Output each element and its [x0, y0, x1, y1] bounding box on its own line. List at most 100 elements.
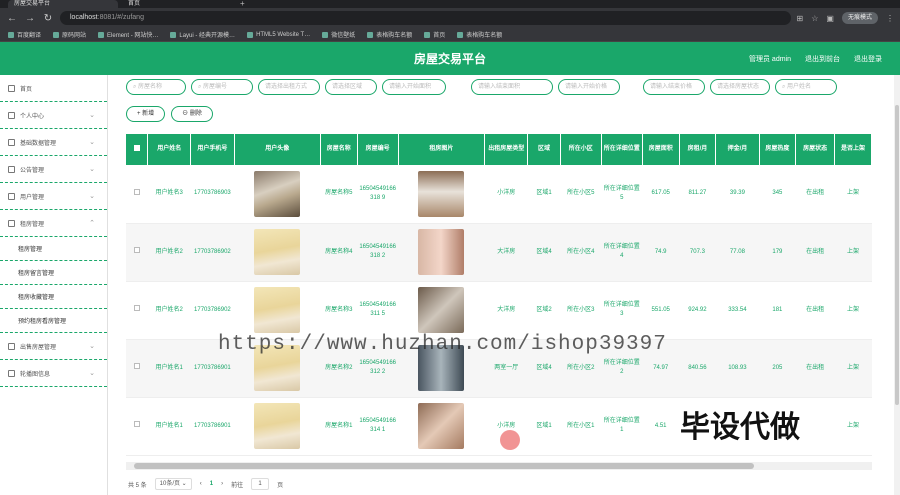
house-icon — [8, 219, 15, 227]
bookmark-item[interactable]: Element - 网站快… — [98, 30, 158, 39]
sidebar-item-rental[interactable]: 租房管理 ⌃ — [0, 210, 107, 237]
reload-icon[interactable]: ↻ — [42, 13, 54, 24]
sidebar-item-label: 公告管理 — [20, 167, 45, 174]
admin-label: 管理员 admin — [748, 55, 791, 63]
table-cell-community: 所在小区5 — [560, 165, 602, 224]
sidebar-subitem-favorites[interactable]: 租房收藏管理 — [0, 285, 107, 309]
col-header[interactable]: 用户头像 — [234, 134, 321, 165]
region-select[interactable]: 请选择区域 — [325, 79, 377, 95]
bookmark-item[interactable]: 表格购车名额 — [457, 30, 502, 39]
sidebar-item-notice[interactable]: 公告管理 ⌄ — [0, 156, 107, 183]
goto-page-input[interactable]: 1 — [251, 478, 270, 490]
price-start-input[interactable]: 请输入开始价格 — [558, 79, 620, 95]
col-header[interactable]: 房屋热度 — [759, 134, 797, 165]
bookmark-item[interactable]: 原码网站 — [53, 30, 86, 39]
bookmark-item[interactable]: Layui - 经典开源模… — [170, 30, 235, 39]
house-image — [418, 170, 465, 217]
username-input[interactable]: ⌕ 用户姓名 — [775, 79, 837, 95]
prev-page-icon[interactable]: ‹ — [200, 481, 202, 487]
next-page-icon[interactable]: › — [221, 481, 223, 487]
col-header[interactable]: 是否上架 — [834, 134, 872, 165]
total-count: 共 5 条 — [128, 482, 147, 489]
bookmark-item[interactable]: 首页 — [424, 30, 445, 39]
add-button[interactable]: + 新增 — [126, 106, 166, 122]
delete-button[interactable]: ⊖ 删除 — [171, 106, 213, 122]
table-cell-deposit: 108.93 — [715, 339, 759, 398]
row-checkbox[interactable] — [126, 223, 148, 282]
back-icon[interactable]: ← — [6, 13, 18, 24]
select-all-checkbox[interactable] — [126, 134, 149, 165]
sidebar-subitem-messages[interactable]: 租房留言管理 — [0, 261, 107, 285]
table-cell-heat: 179 — [759, 223, 796, 282]
sidebar-item-home[interactable]: 首页 — [0, 75, 107, 102]
browser-tab-home[interactable]: 首页 — [122, 0, 232, 8]
sidebar-item-basic-data[interactable]: 基础数据管理 ⌄ — [0, 129, 107, 156]
col-header[interactable]: 用户姓名 — [147, 134, 192, 165]
col-header[interactable]: 租房图片 — [398, 134, 486, 165]
sidebar-subitem-viewings[interactable]: 预约租房看房管理 — [0, 309, 107, 333]
translate-icon[interactable]: ⊞ — [797, 14, 804, 23]
sidebar-item-carousel[interactable]: 轮播图信息 ⌄ — [0, 360, 107, 387]
price-end-input[interactable]: 请输入结束价格 — [643, 79, 705, 95]
table-cell-shelf: 上架 — [834, 165, 872, 224]
chevron-down-icon: ⌄ — [89, 112, 95, 119]
sidebar-item-users[interactable]: 用户管理 ⌄ — [0, 183, 107, 210]
bookmark-item[interactable]: 微信壁纸 — [322, 30, 355, 39]
logout-link[interactable]: 退出登录 — [854, 54, 882, 64]
extension-icon[interactable]: ▣ — [826, 14, 834, 23]
sidebar-item-profile[interactable]: 个人中心 ⌄ — [0, 102, 107, 129]
bookmark-item[interactable]: 百度翻译 — [8, 30, 41, 39]
table-row[interactable]: 用户姓名2 17703786902 房屋名称3 16504549166311 5 大洋房… — [126, 281, 872, 340]
col-header[interactable]: 房屋编号 — [357, 134, 399, 165]
forward-icon[interactable]: → — [24, 13, 36, 24]
menu-dots-icon[interactable]: ⋮ — [886, 14, 894, 23]
col-header[interactable]: 所在小区 — [560, 134, 602, 165]
house-code-input[interactable]: ⌕ 房屋编号 — [191, 79, 253, 95]
profile-badge[interactable]: 无痕模式 — [841, 12, 878, 24]
col-header[interactable]: 出租房屋类型 — [484, 134, 529, 165]
row-checkbox[interactable] — [126, 281, 148, 340]
browser-tab-strip: 房屋交易平台 首页 + — [0, 0, 900, 8]
col-header[interactable]: 用户手机号 — [190, 134, 235, 165]
house-name-input[interactable]: ⌕ 房屋名称 — [126, 79, 186, 95]
table-cell-area: 区域1 — [527, 397, 561, 456]
area-start-input[interactable]: 请输入开始面积 — [382, 79, 446, 95]
url-field[interactable]: localhost:8081/#/zufang — [60, 11, 791, 25]
row-checkbox[interactable] — [126, 165, 148, 224]
bookmark-item[interactable]: HTML5 Website T… — [247, 31, 310, 38]
current-page[interactable]: 1 — [210, 481, 213, 487]
col-header[interactable]: 房屋状态 — [795, 134, 836, 165]
col-header[interactable]: 押金/月 — [715, 134, 760, 165]
bookmark-item[interactable]: 表格购车名额 — [367, 30, 412, 39]
col-header[interactable]: 房屋面积 — [642, 134, 680, 165]
new-tab-icon[interactable]: + — [240, 0, 245, 8]
table-row[interactable]: 用户姓名2 17703786902 房屋名称4 16504549166318 2 大洋房… — [126, 223, 872, 282]
table-cell-name: 用户姓名1 — [147, 339, 191, 398]
status-select[interactable]: 请选择房屋状态 — [710, 79, 770, 95]
vertical-scrollbar[interactable] — [894, 75, 900, 495]
avatar-cell — [234, 281, 321, 340]
horizontal-scrollbar[interactable] — [126, 462, 872, 470]
bookmark-star-icon[interactable]: ☆ — [811, 14, 818, 23]
table-cell-name: 用户姓名1 — [147, 397, 191, 456]
table-cell-area: 区域4 — [527, 223, 561, 282]
row-checkbox[interactable] — [126, 397, 148, 456]
sidebar-item-sale[interactable]: 出售房屋管理 ⌄ — [0, 333, 107, 360]
col-header[interactable]: 房屋名称 — [320, 134, 358, 165]
area-end-input[interactable]: 请输入结束面积 — [471, 79, 553, 95]
logout-front-link[interactable]: 退出到前台 — [805, 54, 840, 64]
pagination: 共 5 条 10条/页 ⌄ ‹ 1 › 前往 1 页 — [128, 478, 283, 490]
rent-type-select[interactable]: 请选择出租方式 — [258, 79, 320, 95]
col-header[interactable]: 所在详细位置 — [601, 134, 643, 165]
table-cell-size: 4.51 — [642, 397, 680, 456]
col-header[interactable]: 区域 — [527, 134, 561, 165]
sidebar-subitem-rental[interactable]: 租房管理 — [0, 237, 107, 261]
browser-tab-active[interactable]: 房屋交易平台 — [8, 0, 118, 8]
row-checkbox[interactable] — [126, 339, 148, 398]
chevron-down-icon: ⌄ — [89, 193, 95, 200]
page-size-select[interactable]: 10条/页 ⌄ — [154, 478, 192, 490]
col-header[interactable]: 房租/月 — [679, 134, 717, 165]
table-row[interactable]: 用户姓名3 17703786903 房屋名称5 16504549166318 9 小洋房… — [126, 165, 872, 224]
table-cell-type: 大洋房 — [484, 281, 528, 340]
table-cell-addr: 所在详细位置4 — [601, 223, 643, 282]
